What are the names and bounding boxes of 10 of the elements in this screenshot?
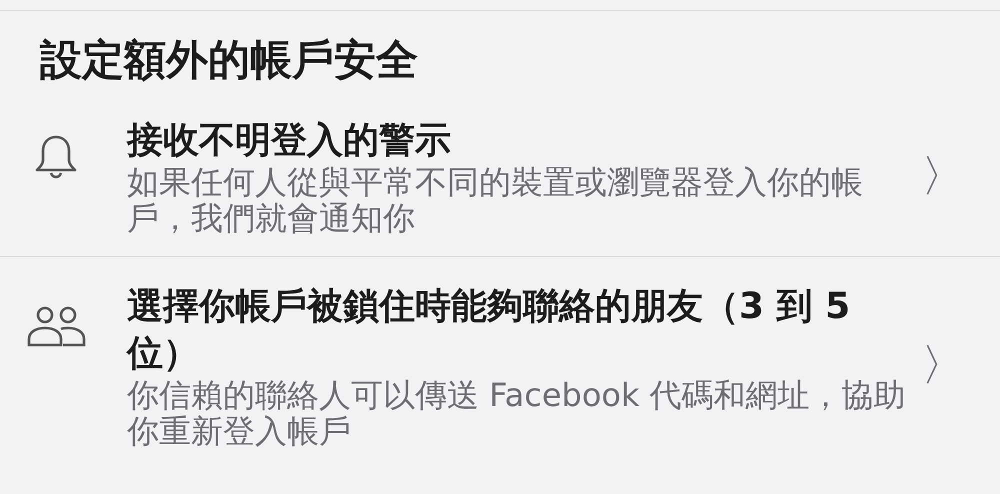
row-title: 選擇你帳戶被鎖住時能夠聯絡的朋友（3 到 5 位） (127, 285, 852, 376)
section-heading: 設定額外的帳戶安全 (40, 35, 419, 86)
row-description: 你信賴的聯絡人可以傳送 Facebook 代碼和網址，協助你重新登入帳戶 (127, 377, 907, 450)
row-description: 如果任何人從與平常不同的裝置或瀏覽器登入你的帳戶，我們就會通知你 (127, 164, 864, 236)
chevron-icon: 〉 (921, 154, 965, 199)
chevron-icon: 〉 (921, 344, 965, 388)
people-icon (24, 305, 86, 350)
row-title: 接收不明登入的警示 (127, 119, 452, 164)
settings-row[interactable]: 接收不明登入的警示 如果任何人從與平常不同的裝置或瀏覽器登入你的帳戶，我們就會通知你 〉 (0, 109, 1000, 256)
settings-row[interactable]: 選擇你帳戶被鎖住時能夠聯絡的朋友（3 到 5 位） 你信賴的聯絡人可以傳送 Facebook 代碼和網址，協助你重新登入帳戶 〉 (0, 256, 1000, 470)
